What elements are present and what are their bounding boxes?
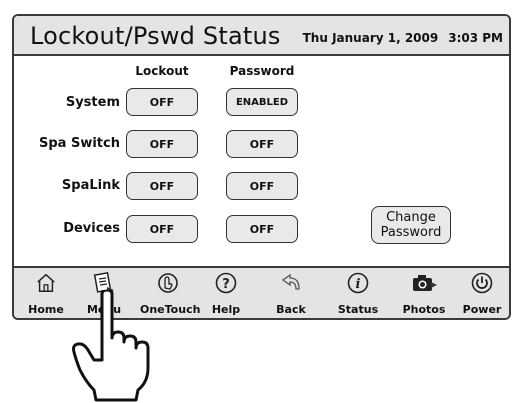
- nav-label-status: Status: [337, 303, 379, 316]
- nav-label-power: Power: [462, 303, 502, 316]
- spalink-lockout-button[interactable]: OFF: [126, 172, 198, 200]
- change-password-line2: Password: [380, 225, 442, 240]
- devices-password-button[interactable]: OFF: [226, 215, 298, 243]
- nav-back[interactable]: Back: [263, 270, 319, 316]
- date-text: Thu January 1, 2009: [302, 31, 439, 45]
- title-bar: Lockout/Pswd Status Thu January 1, 2009 3…: [14, 16, 509, 56]
- devices-lockout-button[interactable]: OFF: [126, 215, 198, 243]
- nav-label-home: Home: [28, 303, 64, 316]
- home-icon: [37, 273, 55, 292]
- row-label-devices: Devices: [63, 221, 120, 236]
- date-time: Thu January 1, 2009 3:03 PM: [303, 31, 503, 45]
- pointing-hand-icon: [72, 290, 150, 402]
- column-header-lockout: Lockout: [135, 64, 189, 78]
- system-lockout-button[interactable]: OFF: [126, 88, 198, 116]
- spa-switch-lockout-button[interactable]: OFF: [126, 130, 198, 158]
- nav-help[interactable]: ? Help: [198, 270, 254, 316]
- svg-text:?: ?: [222, 277, 230, 292]
- power-icon: [471, 272, 493, 294]
- change-password-button[interactable]: Change Password: [371, 206, 451, 244]
- touch-screen: Lockout/Pswd Status Thu January 1, 2009 3…: [12, 14, 511, 320]
- nav-status[interactable]: i Status: [330, 270, 386, 316]
- help-icon: ?: [215, 272, 237, 294]
- nav-label-help: Help: [211, 303, 241, 316]
- time-text: 3:03 PM: [448, 31, 503, 45]
- spa-switch-password-button[interactable]: OFF: [226, 130, 298, 158]
- back-icon: [281, 273, 300, 290]
- spalink-password-button[interactable]: OFF: [226, 172, 298, 200]
- info-icon: i: [347, 272, 369, 294]
- nav-label-photos: Photos: [402, 303, 446, 316]
- change-password-line1: Change: [386, 210, 436, 225]
- camera-icon: [413, 275, 437, 291]
- nav-label-back: Back: [276, 303, 306, 316]
- nav-photos[interactable]: Photos: [396, 270, 452, 316]
- row-label-spa-switch: Spa Switch: [39, 136, 120, 151]
- column-header-password: Password: [229, 64, 295, 78]
- row-label-spalink: SpaLink: [61, 178, 120, 193]
- system-password-button[interactable]: ENABLED: [226, 88, 298, 116]
- svg-text:i: i: [356, 277, 361, 292]
- nav-power[interactable]: Power: [454, 270, 509, 316]
- page-title: Lockout/Pswd Status: [30, 22, 281, 50]
- nav-home[interactable]: Home: [18, 270, 74, 316]
- row-label-system: System: [65, 95, 120, 110]
